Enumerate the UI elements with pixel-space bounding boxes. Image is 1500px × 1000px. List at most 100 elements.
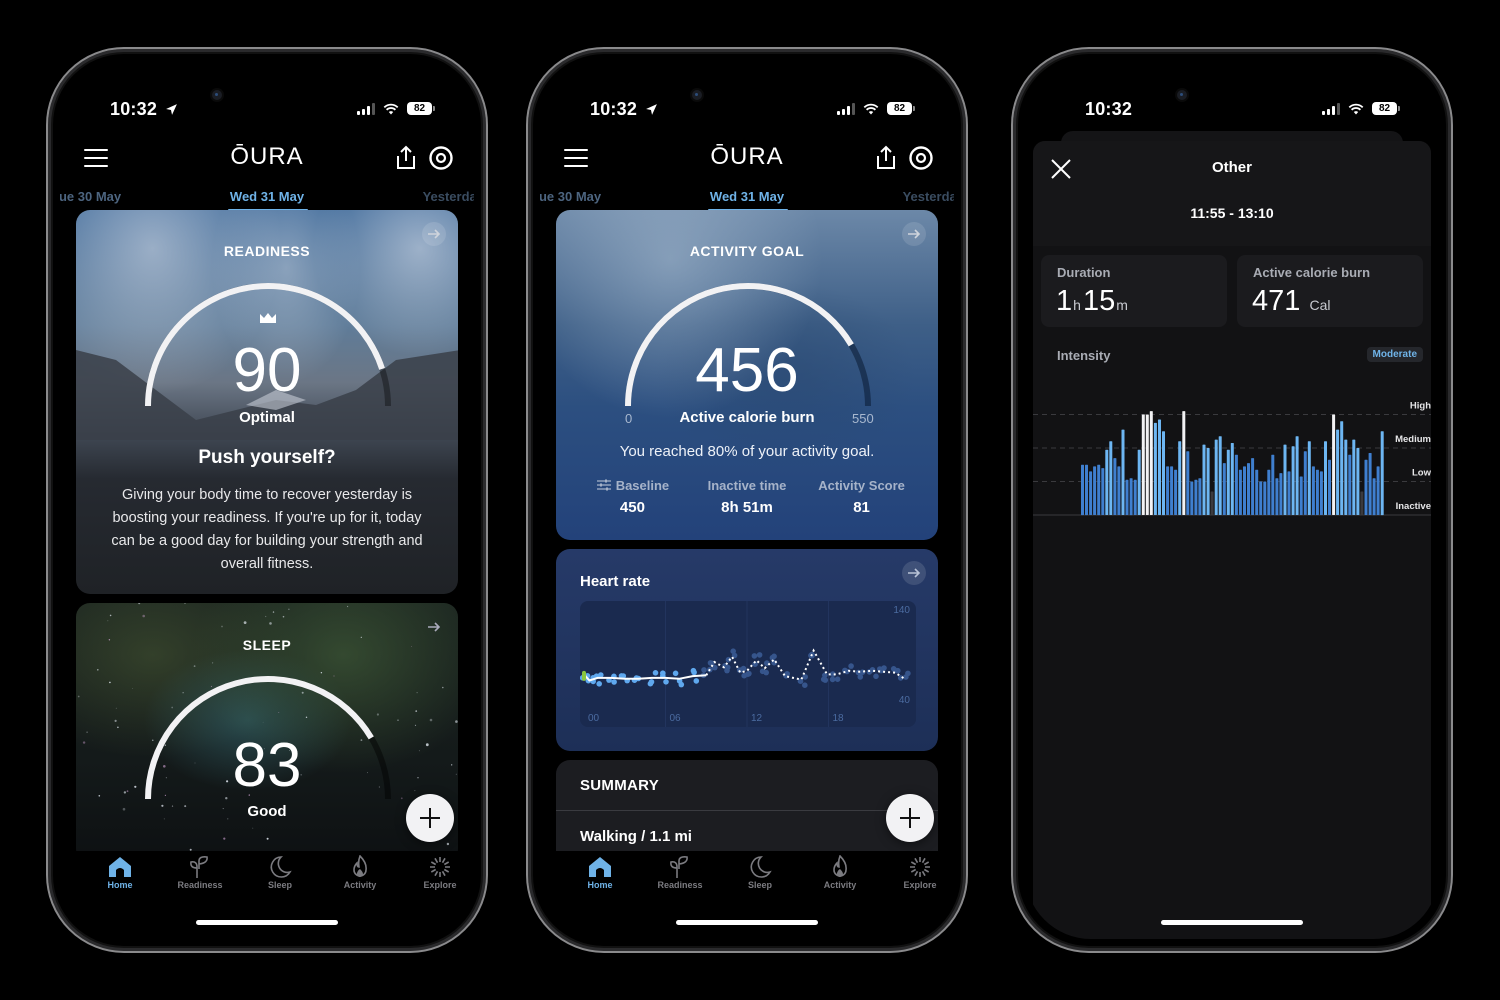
intensity-bar [1222,463,1226,515]
share-button[interactable] [874,145,898,171]
heart-rate-card[interactable]: Heart rate 140 40 00 06 12 18 [556,549,938,751]
tab-sleep[interactable]: Sleep [720,851,800,890]
intensity-bar [1198,478,1202,516]
intensity-bar [1153,422,1157,515]
intensity-bar [1109,441,1113,515]
screen: 10:32 82 ŌURA Tue 30 May Wed 31 May Yest… [540,61,954,939]
intensity-level-label: Inactive [1396,501,1431,512]
intensity-bar [1214,439,1218,515]
moon-icon [270,856,292,878]
hr-sample-dot [822,672,828,679]
stat-baseline[interactable]: Baseline 450 [576,478,689,516]
intensity-bar [1117,466,1121,515]
sleep-title: SLEEP [242,637,292,653]
intensity-bar [1190,481,1194,515]
share-button[interactable] [394,145,418,171]
calorie-label: Active calorie burn [1253,265,1371,280]
intensity-bar [1332,414,1336,515]
duration-minutes: 15 [1082,285,1116,317]
intensity-level-label: High [1410,401,1431,412]
intensity-bar [1376,466,1380,515]
ring-status-button[interactable] [428,145,454,171]
intensity-bar [1158,419,1161,515]
intensity-bar [1137,449,1141,515]
home-indicator[interactable] [676,920,818,925]
add-button[interactable] [886,794,934,842]
tab-home[interactable]: Home [80,851,160,890]
hr-sample-dot [678,681,685,688]
ring-icon [429,146,453,170]
calorie-value: 471 Cal [1252,285,1332,318]
date-tab-next[interactable]: Yesterday [423,189,474,204]
intensity-bar [1226,449,1230,515]
hr-sample-dot [890,666,897,672]
heart-rate-title: Heart rate [580,573,651,590]
flame-icon [353,855,367,878]
stat-inactive-time: Inactive time 8h 51m [691,478,804,516]
intensity-bar [1133,479,1137,515]
sleep-detail-button[interactable] [422,615,446,639]
duration-label: Duration [1057,265,1111,280]
app-header: ŌURA [540,139,954,179]
date-tab-current[interactable]: Wed 31 May [60,189,474,204]
intensity-bar [1271,454,1275,515]
status-bar: 10:32 82 [1025,99,1439,123]
summary-item-walking[interactable]: Walking / 1.1 mi [580,828,692,845]
hr-sample-dot [905,670,911,677]
home-icon [109,857,131,877]
cellular-signal-icon [357,102,375,115]
star [193,665,196,667]
tab-readiness[interactable]: Readiness [640,851,720,890]
ring-status-button[interactable] [908,145,934,171]
tab-explore[interactable]: Explore [400,851,474,890]
hr-sample-dot [746,670,752,677]
readiness-card[interactable]: READINESS 90 Optimal Push yourself? Givi… [76,210,458,594]
tab-home[interactable]: Home [560,851,640,890]
intensity-bar [1081,464,1084,516]
calorie-box: Active calorie burn 471 Cal [1237,255,1423,327]
tab-activity[interactable]: Activity [800,851,880,890]
tab-activity[interactable]: Activity [320,851,400,890]
tab-explore[interactable]: Explore [880,851,954,890]
battery-indicator: 82 [887,102,915,115]
hr-start-marker [582,670,586,681]
intensity-bar [1348,454,1352,515]
intensity-bar [1295,436,1299,515]
app-header: ŌURA [60,139,474,179]
intensity-bar [1121,429,1125,515]
intensity-bar [1279,473,1283,515]
activity-goal-card[interactable]: ACTIVITY GOAL 456 0 Active calorie burn … [556,210,938,540]
intensity-bar [1093,466,1097,515]
cellular-signal-icon [837,102,855,115]
home-indicator[interactable] [1161,920,1303,925]
star [288,608,290,610]
intensity-bar [1267,469,1271,515]
date-tab-current[interactable]: Wed 31 May [540,189,954,204]
intensity-bar [1344,439,1348,515]
home-indicator[interactable] [196,920,338,925]
intensity-bar [1356,448,1360,515]
sleep-state: Good [247,803,287,820]
tab-sleep[interactable]: Sleep [240,851,320,890]
intensity-bar [1170,466,1174,515]
add-button[interactable] [406,794,454,842]
sparkle-icon [430,857,450,877]
date-tab-next[interactable]: Yesterday [903,189,954,204]
tab-readiness[interactable]: Readiness [160,851,240,890]
tab-label: Activity [343,880,377,890]
intensity-bar [1283,444,1287,515]
workout-detail-sheet: Other 11:55 - 13:10 Duration 1h15m Activ… [1033,141,1432,939]
heart-rate-detail-button[interactable] [902,561,926,585]
sleep-card[interactable]: SLEEP 83 Good [76,603,458,863]
phone-home-readiness: 10:32 82 ŌURA Tue 30 May Wed 31 May Yest… [46,47,488,953]
star [282,615,285,618]
intensity-bar [1129,478,1133,516]
intensity-bar [1089,471,1093,515]
intensity-bar [1311,466,1315,515]
bottom-tab-bar: Home Readiness Sleep Activity Explore [540,851,954,939]
star [252,827,254,829]
tab-label: Explore [423,880,457,890]
tab-label: Home [587,880,613,890]
star [266,837,269,840]
intensity-badge[interactable]: Moderate [1366,347,1423,362]
